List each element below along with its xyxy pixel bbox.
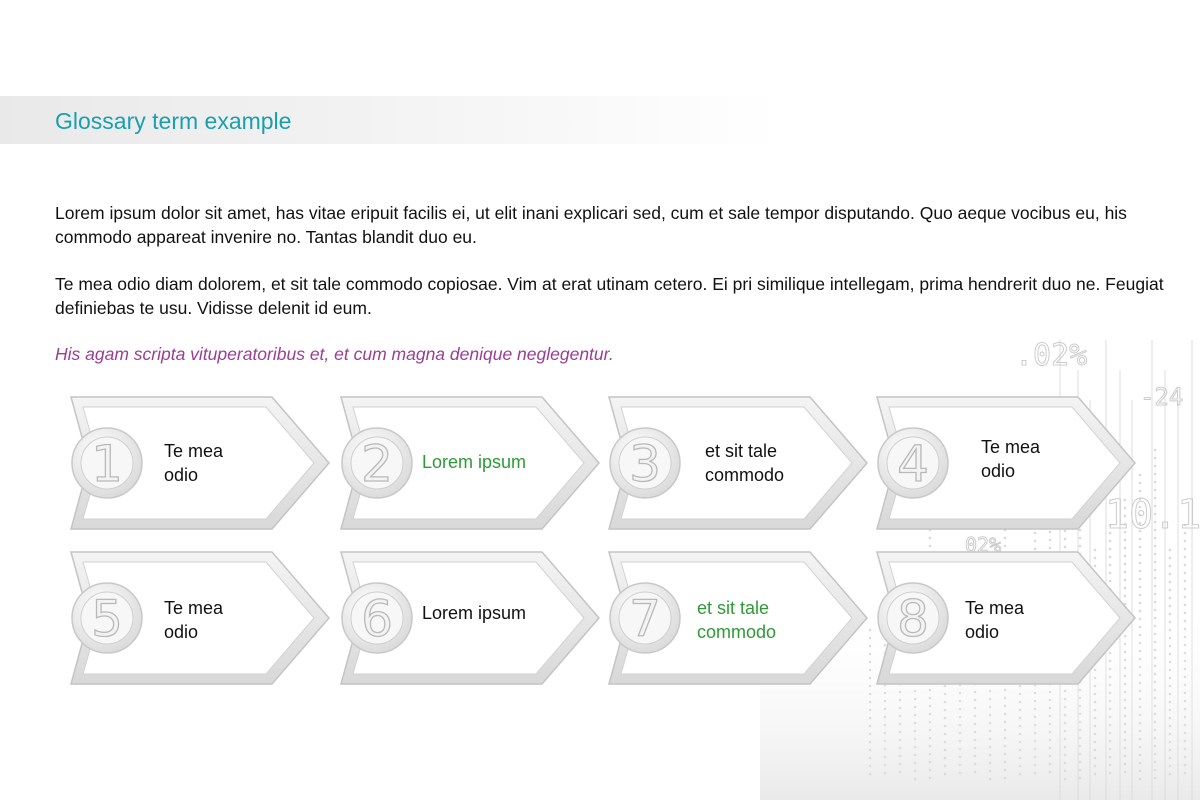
step-6: 6 Lorem ipsum [337,548,602,688]
step-number: 8 [897,590,929,648]
step-4: 4 Te mea odio [873,393,1138,533]
step-number: 2 [361,435,393,493]
step-1: 1 Te mea odio [67,393,332,533]
step-label: Te mea odio [981,437,1041,481]
step-number: 6 [361,590,393,648]
background-label: -24 [1140,383,1183,411]
step-label: et sit tale commodo [705,441,785,485]
step-label: Lorem ipsum [422,603,527,623]
step-2: 2 Lorem ipsum [337,393,602,533]
step-label: Lorem ipsum [422,452,527,472]
step-label: Te mea odio [965,598,1025,642]
step-7: 7 et sit tale commodo [605,548,870,688]
quote-text: His agam scripta vituperatoribus et, et … [55,344,614,364]
page-title: Glossary term example [55,108,292,134]
step-number: 4 [897,435,929,493]
step-number: 5 [91,590,123,648]
step-5: 5 Te mea odio [67,548,332,688]
step-label: Te mea odio [164,441,224,485]
body-paragraph: Te mea odio diam dolorem, et sit tale co… [55,274,1164,318]
step-number: 7 [629,590,661,648]
step-number: 1 [91,435,123,493]
step-number: 3 [629,435,661,493]
step-label: et sit tale commodo [697,598,777,642]
step-label: Te mea odio [164,598,224,642]
step-3: 3 et sit tale commodo [605,393,870,533]
body-paragraph: Lorem ipsum dolor sit amet, has vitae er… [55,203,1127,247]
step-8: 8 Te mea odio [873,548,1138,688]
